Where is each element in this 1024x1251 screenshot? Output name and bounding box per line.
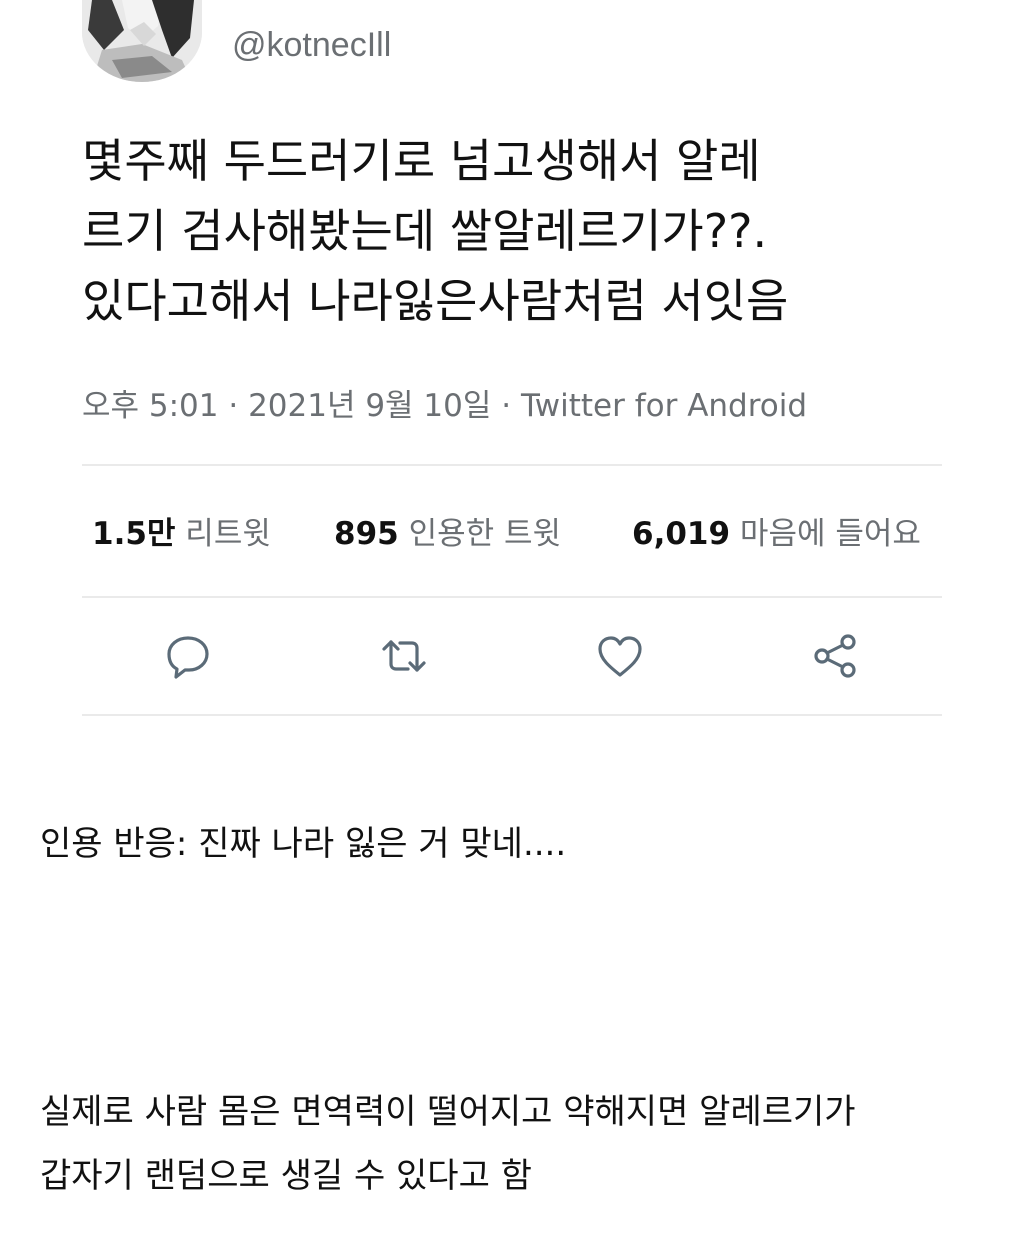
tweet-meta: 오후 5:01 · 2021년 9월 10일 · Twitter for And… — [82, 388, 808, 424]
divider — [82, 714, 942, 716]
divider — [82, 464, 942, 466]
retweets-label: 리트윗 — [185, 516, 271, 552]
retweets-count: 1.5만 — [92, 516, 176, 552]
explanation-line: 갑자기 랜덤으로 생길 수 있다고 함 — [40, 1156, 532, 1196]
explanation-line: 실제로 사람 몸은 면역력이 떨어지고 약해지면 알레르기가 — [40, 1092, 856, 1132]
reply-icon[interactable] — [162, 630, 214, 682]
user-handle[interactable]: @kotnecIll — [232, 26, 391, 65]
tweet-text: 몇주째 두드러기로 넘고생해서 알레 르기 검사해봤는데 쌀알레르기가??. 있… — [82, 126, 962, 336]
tweet-text-line: 몇주째 두드러기로 넘고생해서 알레 — [82, 134, 761, 188]
avatar[interactable] — [82, 0, 202, 82]
likes-stat[interactable]: 6,019 마음에 들어요 — [632, 508, 921, 553]
retweets-stat[interactable]: 1.5만 리트윗 — [92, 508, 271, 553]
quotes-label: 인용한 트윗 — [408, 516, 562, 552]
divider — [82, 596, 942, 598]
share-icon[interactable] — [810, 630, 862, 682]
tweet-text-line: 있다고해서 나라잃은사람처럼 서잇음 — [82, 274, 789, 328]
likes-label: 마음에 들어요 — [739, 516, 921, 552]
heart-icon[interactable] — [594, 630, 646, 682]
likes-count: 6,019 — [632, 516, 731, 552]
retweet-icon[interactable] — [378, 630, 430, 682]
quotes-count: 895 — [334, 516, 399, 552]
tweet-text-line: 르기 검사해봤는데 쌀알레르기가??. — [82, 204, 768, 258]
quotes-stat[interactable]: 895 인용한 트윗 — [334, 508, 561, 553]
quote-reaction-text: 인용 반응: 진짜 나라 잃은 거 맞네.... — [40, 824, 567, 864]
